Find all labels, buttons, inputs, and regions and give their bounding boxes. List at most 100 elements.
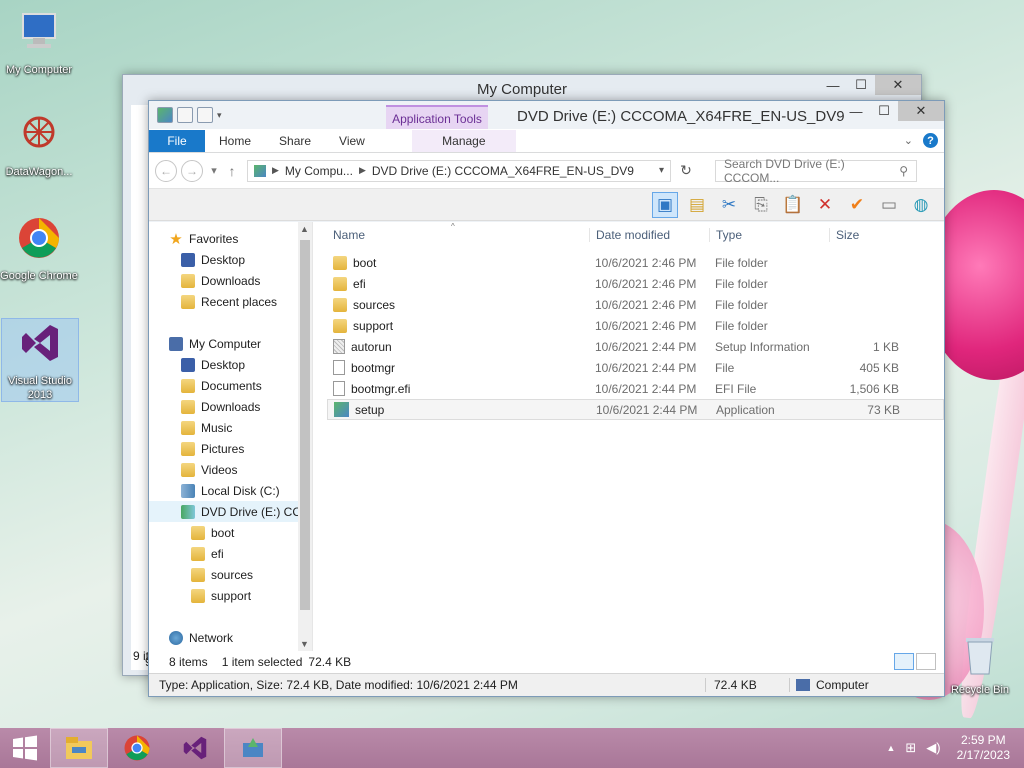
network-status-icon[interactable]: ⊞ [905,740,916,756]
recent-locations-icon[interactable]: ▾ [207,164,221,177]
search-input[interactable]: Search DVD Drive (E:) CCCOM... ⚲ [715,157,917,185]
nav-my-computer[interactable]: My Computer [149,333,312,354]
nav-network[interactable]: Network [149,627,312,648]
desktop-icon-datawagon[interactable]: DataWagon... [0,110,78,179]
file-row[interactable]: sources 10/6/2021 2:46 PM File folder [327,294,944,315]
refresh-button[interactable]: ↻ [675,160,697,182]
copy-icon[interactable]: ⎘ [748,192,774,218]
close-button[interactable]: ✕ [898,101,944,121]
cut-icon[interactable]: ✂ [716,192,742,218]
taskbar-chrome[interactable] [108,728,166,768]
maximize-button[interactable]: ☐ [870,101,898,121]
maximize-button[interactable]: ☐ [847,75,875,95]
file-name-cell: boot [327,255,589,270]
file-row[interactable]: boot 10/6/2021 2:46 PM File folder [327,252,944,273]
column-size[interactable]: Size [829,228,903,242]
breadcrumb-dvd-drive[interactable]: DVD Drive (E:) CCCOMA_X64FRE_EN-US_DV9 [372,164,634,178]
file-row[interactable]: support 10/6/2021 2:46 PM File folder [327,315,944,336]
minimize-button[interactable]: — [819,75,847,95]
taskbar-setup[interactable] [224,728,282,768]
file-row[interactable]: setup 10/6/2021 2:44 PM Application 73 KB [327,399,944,420]
nav-dvd-sources[interactable]: sources [149,564,312,585]
paste-icon[interactable]: 📋 [780,192,806,218]
taskbar-file-explorer[interactable] [50,728,108,768]
nav-fav-desktop[interactable]: Desktop [149,249,312,270]
nav-fav-recent[interactable]: Recent places [149,291,312,312]
title-bar[interactable]: ▾ Application Tools DVD Drive (E:) CCCOM… [149,101,944,131]
explorer-window[interactable]: ▾ Application Tools DVD Drive (E:) CCCOM… [148,100,945,697]
address-bar[interactable]: ▶ My Compu... ▶ DVD Drive (E:) CCCOMA_X6… [247,159,671,182]
tab-view[interactable]: View [325,130,379,152]
window-title: DVD Drive (E:) CCCOMA_X64FRE_EN-US_DV9 [517,108,845,125]
file-date: 10/6/2021 2:46 PM [595,255,697,270]
back-button[interactable]: ← [155,159,177,182]
preview-pane-icon[interactable]: ▣ [652,191,678,218]
delete-icon[interactable]: ✕ [812,192,838,218]
qat-dropdown-icon[interactable]: ▾ [217,110,222,121]
column-type[interactable]: Type [709,228,829,242]
file-list[interactable]: ^ Name Date modified Type Size boot 10/6/… [313,222,944,651]
nav-music[interactable]: Music [149,417,312,438]
file-row[interactable]: autorun 10/6/2021 2:44 PM Setup Informatio… [327,336,944,357]
start-button[interactable] [0,728,50,768]
show-hidden-icons-icon[interactable]: ▲ [886,743,895,753]
tab-home[interactable]: Home [205,130,265,152]
desktop-icon-visual-studio[interactable]: Visual Studio 2013 [1,318,79,402]
nav-local-disk[interactable]: Local Disk (C:) [149,480,312,501]
nav-desktop[interactable]: Desktop [149,354,312,375]
nav-favorites[interactable]: ★ Favorites [149,228,312,249]
address-dropdown-icon[interactable]: ▾ [659,165,664,176]
desktop-icon-chrome[interactable]: Google Chrome [0,214,78,283]
nav-dvd-drive[interactable]: DVD Drive (E:) CC [149,501,312,522]
rename-icon[interactable]: ▭ [876,192,902,218]
desktop-icon-recycle-bin[interactable]: Recycle Bin [940,632,1020,697]
file-name: support [353,318,394,333]
tab-share[interactable]: Share [265,130,325,152]
taskbar: ▲ ⊞ ◀) 2:59 PM 2/17/2023 [0,728,1024,768]
folder-options-icon[interactable]: ▤ [684,192,710,218]
ribbon-expand-icon[interactable]: ⌄ [904,134,913,147]
nav-scrollbar[interactable]: ▲ ▼ [298,222,312,651]
nav-fav-downloads[interactable]: Downloads [149,270,312,291]
file-type: File [715,360,735,375]
properties-icon[interactable] [177,107,193,123]
title-bar[interactable]: My Computer — ☐ ✕ [123,75,921,103]
column-date-modified[interactable]: Date modified [589,228,709,242]
quick-access-toolbar: ▾ [149,107,222,123]
nav-documents[interactable]: Documents [149,375,312,396]
new-folder-icon[interactable] [197,107,213,123]
file-row[interactable]: bootmgr.efi 10/6/2021 2:44 PM EFI File 1,50… [327,378,944,399]
breadcrumb-my-computer[interactable]: My Compu... [285,164,353,178]
file-size: 405 KB [859,360,899,375]
security-zone: Computer [789,678,939,692]
help-icon[interactable]: ? [923,133,938,148]
file-row[interactable]: bootmgr 10/6/2021 2:44 PM File 405 KB [327,357,944,378]
file-row[interactable]: efi 10/6/2021 2:46 PM File folder [327,273,944,294]
tab-file[interactable]: File [149,130,205,152]
nav-pictures[interactable]: Pictures [149,438,312,459]
globe-icon[interactable]: ◍ [908,192,934,218]
close-button[interactable]: ✕ [875,75,921,95]
drive-app-icon[interactable] [157,107,173,123]
nav-dvd-boot[interactable]: boot [149,522,312,543]
nav-dvd-efi[interactable]: efi [149,543,312,564]
checkmark-icon[interactable]: ✔ [844,192,870,218]
up-button[interactable]: ↑ [225,163,239,179]
forward-button[interactable]: → [181,159,203,182]
scroll-thumb[interactable] [300,240,310,610]
column-name[interactable]: Name [327,228,589,242]
large-icons-view-button[interactable] [916,653,936,670]
scroll-up-icon[interactable]: ▲ [300,224,309,234]
tab-manage[interactable]: Manage [411,130,516,152]
nav-dvd-support[interactable]: support [149,585,312,606]
nav-videos[interactable]: Videos [149,459,312,480]
scroll-down-icon[interactable]: ▼ [300,639,309,649]
clock[interactable]: 2:59 PM 2/17/2023 [951,733,1010,763]
navigation-pane[interactable]: ★ Favorites Desktop Downloads Recent pla… [149,222,313,651]
volume-icon[interactable]: ◀) [926,740,940,756]
details-view-button[interactable] [894,653,914,670]
nav-downloads[interactable]: Downloads [149,396,312,417]
taskbar-visual-studio[interactable] [166,728,224,768]
minimize-button[interactable]: — [842,101,870,121]
desktop-icon-my-computer[interactable]: My Computer [0,8,78,77]
